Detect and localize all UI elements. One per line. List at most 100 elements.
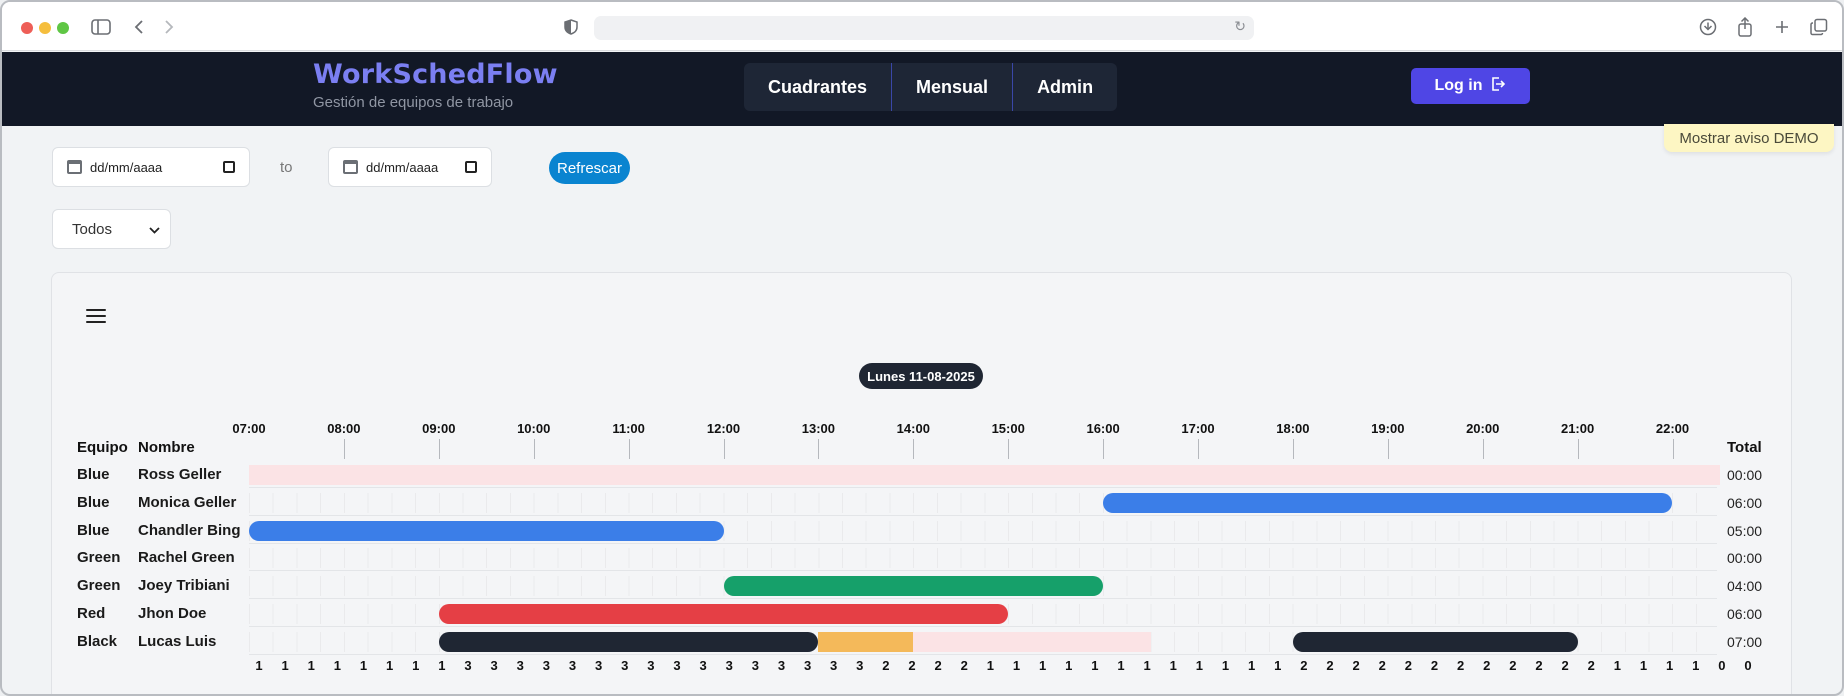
coverage-count: 1 xyxy=(438,658,446,673)
coverage-count: 2 xyxy=(1326,658,1334,673)
coverage-count: 3 xyxy=(725,658,733,673)
hour-tick xyxy=(1008,439,1010,459)
row-name: Chandler Bing xyxy=(138,521,241,539)
coverage-count: 1 xyxy=(1091,658,1099,673)
coverage-count: 1 xyxy=(307,658,315,673)
row-team: Blue xyxy=(77,521,110,539)
coverage-count: 3 xyxy=(490,658,498,673)
minimize-window-button[interactable] xyxy=(39,22,51,34)
shift-bar[interactable] xyxy=(438,604,1009,624)
hour-tick xyxy=(1482,439,1484,459)
coverage-count: 1 xyxy=(1613,658,1621,673)
nav-link-cuadrantes[interactable]: Cuadrantes xyxy=(744,63,893,111)
coverage-count: 2 xyxy=(1378,658,1386,673)
coverage-count: 1 xyxy=(359,658,368,673)
hour-tick xyxy=(1103,439,1105,459)
row-total: 00:00 xyxy=(1727,550,1763,567)
date-picker-icon[interactable] xyxy=(223,161,235,173)
back-icon[interactable] xyxy=(130,15,148,39)
sidebar-icon[interactable] xyxy=(90,15,112,39)
coverage-count: 1 xyxy=(385,658,394,673)
coverage-count: 2 xyxy=(1352,658,1360,673)
coverage-count: 3 xyxy=(699,658,707,673)
nav-link-admin[interactable]: Admin xyxy=(1013,63,1117,111)
hour-label: 08:00 xyxy=(327,421,361,436)
hour-label: 20:00 xyxy=(1466,421,1500,436)
coverage-count: 1 xyxy=(1117,658,1125,673)
hour-label: 09:00 xyxy=(422,421,456,436)
row-name: Joey Tribiani xyxy=(138,577,230,595)
coverage-count: 3 xyxy=(803,658,812,673)
brand[interactable]: WorkSchedFlow Gestión de equipos de trab… xyxy=(313,59,558,111)
coverage-count: 2 xyxy=(1483,658,1491,673)
shift-bar[interactable] xyxy=(723,576,1104,597)
close-window-button[interactable] xyxy=(21,22,33,34)
row-team: Blue xyxy=(77,466,110,483)
shift-bar[interactable] xyxy=(818,631,914,652)
shield-icon xyxy=(563,15,579,39)
zoom-window-button[interactable] xyxy=(57,22,69,34)
coverage-count: 0 xyxy=(1718,658,1726,673)
row-total: 04:00 xyxy=(1727,578,1763,595)
row-divider xyxy=(249,570,1717,572)
tabs-icon[interactable] xyxy=(1810,15,1828,39)
coverage-count: 1 xyxy=(1692,658,1700,673)
menu-icon[interactable] xyxy=(86,309,106,323)
hour-tick xyxy=(818,439,820,459)
download-icon[interactable] xyxy=(1698,15,1718,39)
reload-icon[interactable]: ↻ xyxy=(1234,18,1246,35)
coverage-count: 2 xyxy=(1300,658,1308,673)
login-button[interactable]: Log in xyxy=(1411,68,1530,104)
coverage-count: 3 xyxy=(542,658,550,673)
coverage-count: 3 xyxy=(647,658,655,673)
nav-link-mensual[interactable]: Mensual xyxy=(892,63,1014,111)
coverage-count: 1 xyxy=(1195,658,1204,673)
shift-bar[interactable] xyxy=(1292,631,1578,652)
date-picker-icon[interactable] xyxy=(465,161,477,173)
coverage-count: 1 xyxy=(412,658,420,673)
refresh-button[interactable]: Refrescar xyxy=(549,152,630,184)
row-divider xyxy=(249,542,1717,544)
row-team: Red xyxy=(77,605,106,622)
column-name: Nombre xyxy=(138,439,195,456)
date-to-input[interactable]: dd/mm/aaaa xyxy=(328,147,492,187)
forward-icon[interactable] xyxy=(160,15,178,39)
coverage-count: 2 xyxy=(1535,658,1543,673)
team-select[interactable]: Todos xyxy=(52,209,171,249)
address-bar[interactable]: ↻ xyxy=(594,16,1254,40)
calendar-icon xyxy=(343,160,358,174)
to-label: to xyxy=(280,159,293,176)
row-grid xyxy=(249,548,1717,569)
shift-bar[interactable] xyxy=(249,520,724,541)
demo-notice-toggle[interactable]: Mostrar aviso DEMO xyxy=(1664,124,1834,152)
date-from-input[interactable]: dd/mm/aaaa xyxy=(52,147,250,187)
coverage-count: 3 xyxy=(568,658,577,673)
date-from-placeholder: dd/mm/aaaa xyxy=(90,159,163,175)
coverage-count: 1 xyxy=(1221,658,1230,673)
coverage-count: 1 xyxy=(333,658,341,673)
coverage-count: 1 xyxy=(1143,658,1151,673)
coverage-count: 3 xyxy=(673,658,681,673)
coverage-count: 2 xyxy=(1404,658,1412,673)
hour-tick xyxy=(1292,439,1294,459)
brand-title: WorkSchedFlow xyxy=(313,59,558,90)
shift-bar[interactable] xyxy=(438,631,819,652)
hour-tick xyxy=(1387,439,1389,459)
hour-tick xyxy=(533,439,535,459)
coverage-count: 1 xyxy=(1248,658,1256,673)
row-total: 05:00 xyxy=(1727,522,1763,539)
row-name: Rachel Green xyxy=(138,549,235,567)
hour-label: 22:00 xyxy=(1655,421,1690,436)
hour-label: 11:00 xyxy=(612,421,645,436)
coverage-count: 3 xyxy=(464,658,472,673)
new-tab-icon[interactable] xyxy=(1773,15,1791,39)
share-icon[interactable] xyxy=(1736,15,1754,39)
coverage-count: 1 xyxy=(986,658,995,673)
chevron-down-icon xyxy=(149,221,160,238)
row-team: Green xyxy=(77,577,121,595)
hour-tick xyxy=(1198,439,1199,459)
hour-label: 13:00 xyxy=(801,421,836,436)
coverage-count: 3 xyxy=(777,658,786,673)
team-select-value: Todos xyxy=(72,220,113,238)
shift-bar[interactable] xyxy=(1103,492,1673,513)
